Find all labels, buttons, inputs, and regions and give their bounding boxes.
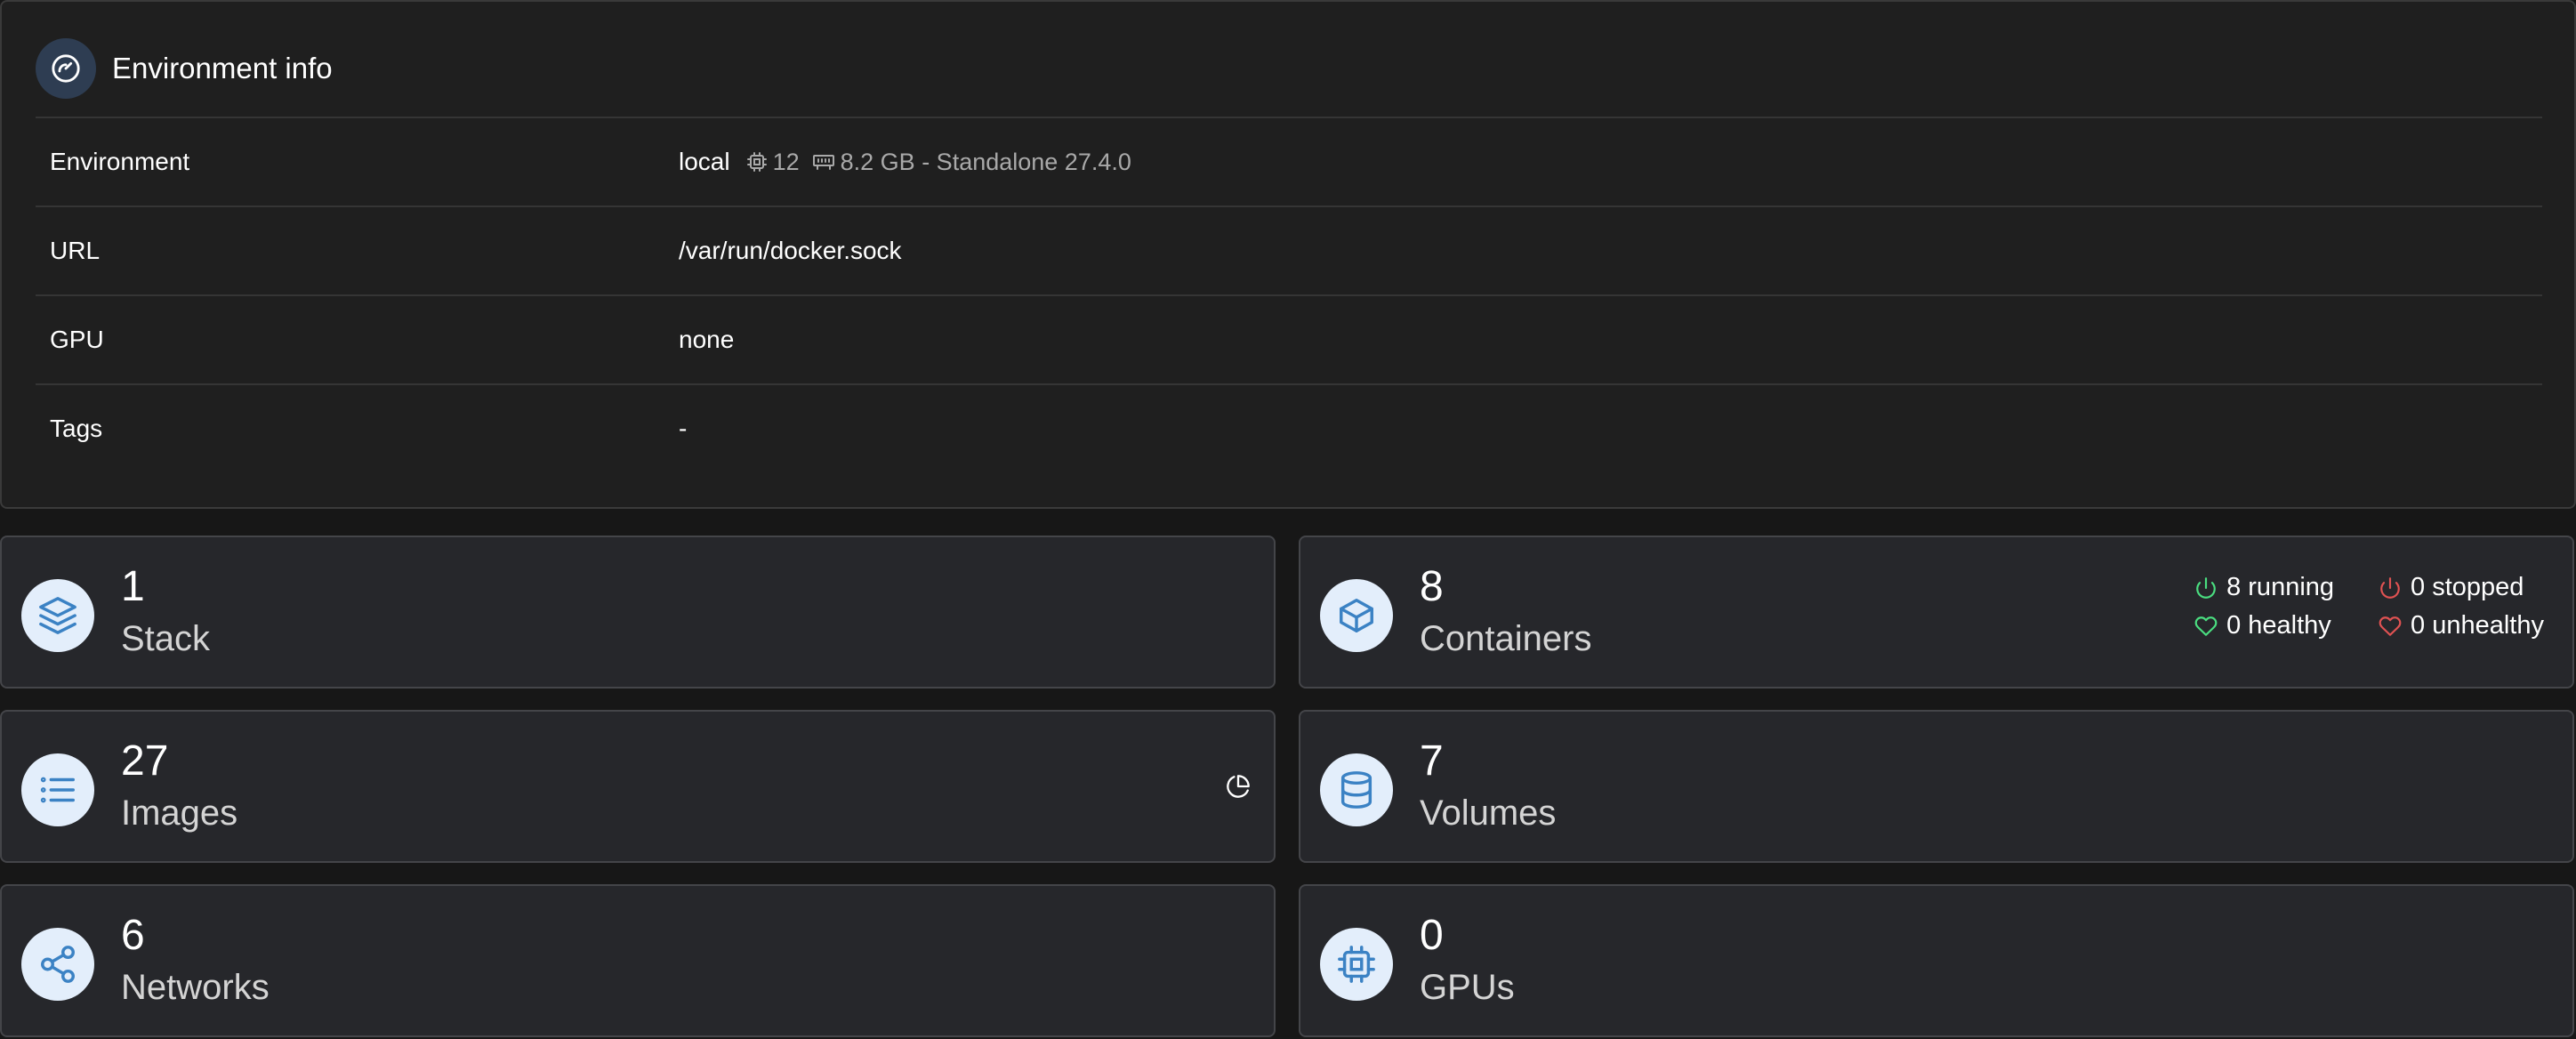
gpus-card[interactable]: 0 GPUs (1299, 884, 2574, 1037)
env-label: URL (50, 237, 101, 264)
volumes-count: 7 (1420, 737, 1444, 785)
heart-icon (2194, 616, 2218, 636)
chip-icon (1320, 928, 1393, 1001)
networks-label: Networks (121, 968, 270, 1007)
unhealthy-count: 0 unhealthy (2411, 611, 2544, 640)
environment-info-title: Environment info (112, 52, 333, 85)
env-value: /var/run/docker.sock (679, 237, 902, 264)
env-label: Environment (50, 148, 190, 175)
containers-label: Containers (1420, 619, 1592, 658)
environment-info-table: Environment local 12 8.2 GB - Standalone… (36, 117, 2542, 472)
power-off-icon (2380, 576, 2400, 599)
env-label: Tags (50, 415, 103, 442)
environment-info-header: Environment info (36, 37, 333, 100)
images-count: 27 (121, 737, 169, 785)
containers-card[interactable]: 8 Containers 8 running 0 stopped 0 healt… (1299, 536, 2574, 689)
gauge-icon (36, 38, 96, 99)
env-label: GPU (50, 326, 104, 353)
networks-count: 6 (121, 912, 145, 959)
stack-count: 1 (121, 563, 145, 610)
memory-icon (812, 152, 835, 172)
stopped-count: 0 stopped (2411, 573, 2524, 601)
environment-meta: 12 8.2 GB - Standalone 27.4.0 (746, 149, 1131, 176)
env-row-environment: Environment local 12 8.2 GB - Standalone… (36, 117, 2542, 205)
env-value: none (679, 326, 735, 353)
memory-and-version: 8.2 GB - Standalone 27.4.0 (840, 148, 1131, 175)
healthy-stat: 0 healthy (2194, 611, 2334, 640)
env-value: - (679, 415, 688, 442)
layers-icon (21, 579, 94, 652)
environment-name: local (679, 148, 730, 175)
list-icon (21, 753, 94, 826)
volumes-label: Volumes (1420, 793, 1557, 833)
running-stat: 8 running (2194, 573, 2334, 602)
env-row-url: URL /var/run/docker.sock (36, 205, 2542, 294)
stopped-stat: 0 stopped (2379, 573, 2544, 602)
unhealthy-stat: 0 unhealthy (2379, 611, 2544, 640)
images-card[interactable]: 27 Images (0, 710, 1276, 863)
stack-label: Stack (121, 619, 211, 658)
share-icon (21, 928, 94, 1001)
env-row-tags: Tags - (36, 383, 2542, 472)
heart-broken-icon (2379, 616, 2402, 636)
env-value: local 12 8.2 GB - Standalone 27.4.0 (679, 148, 1131, 176)
images-label: Images (121, 793, 238, 833)
cpu-count: 12 (772, 148, 800, 175)
env-row-gpu: GPU none (36, 294, 2542, 383)
pie-chart-icon[interactable] (1222, 770, 1254, 802)
cpu-icon (746, 151, 768, 173)
running-count: 8 running (2226, 573, 2335, 601)
containers-count: 8 (1420, 563, 1444, 610)
container-stats: 8 running 0 stopped 0 healthy 0 unhealth… (2194, 573, 2544, 640)
power-icon (2196, 576, 2216, 599)
environment-info-panel: Environment info Environment local 12 8.… (0, 0, 2576, 509)
healthy-count: 0 healthy (2226, 611, 2331, 640)
gpus-label: GPUs (1420, 968, 1515, 1007)
volumes-card[interactable]: 7 Volumes (1299, 710, 2574, 863)
gpus-count: 0 (1420, 912, 1444, 959)
networks-card[interactable]: 6 Networks (0, 884, 1276, 1037)
database-icon (1320, 753, 1393, 826)
box-icon (1320, 579, 1393, 652)
stack-card[interactable]: 1 Stack (0, 536, 1276, 689)
